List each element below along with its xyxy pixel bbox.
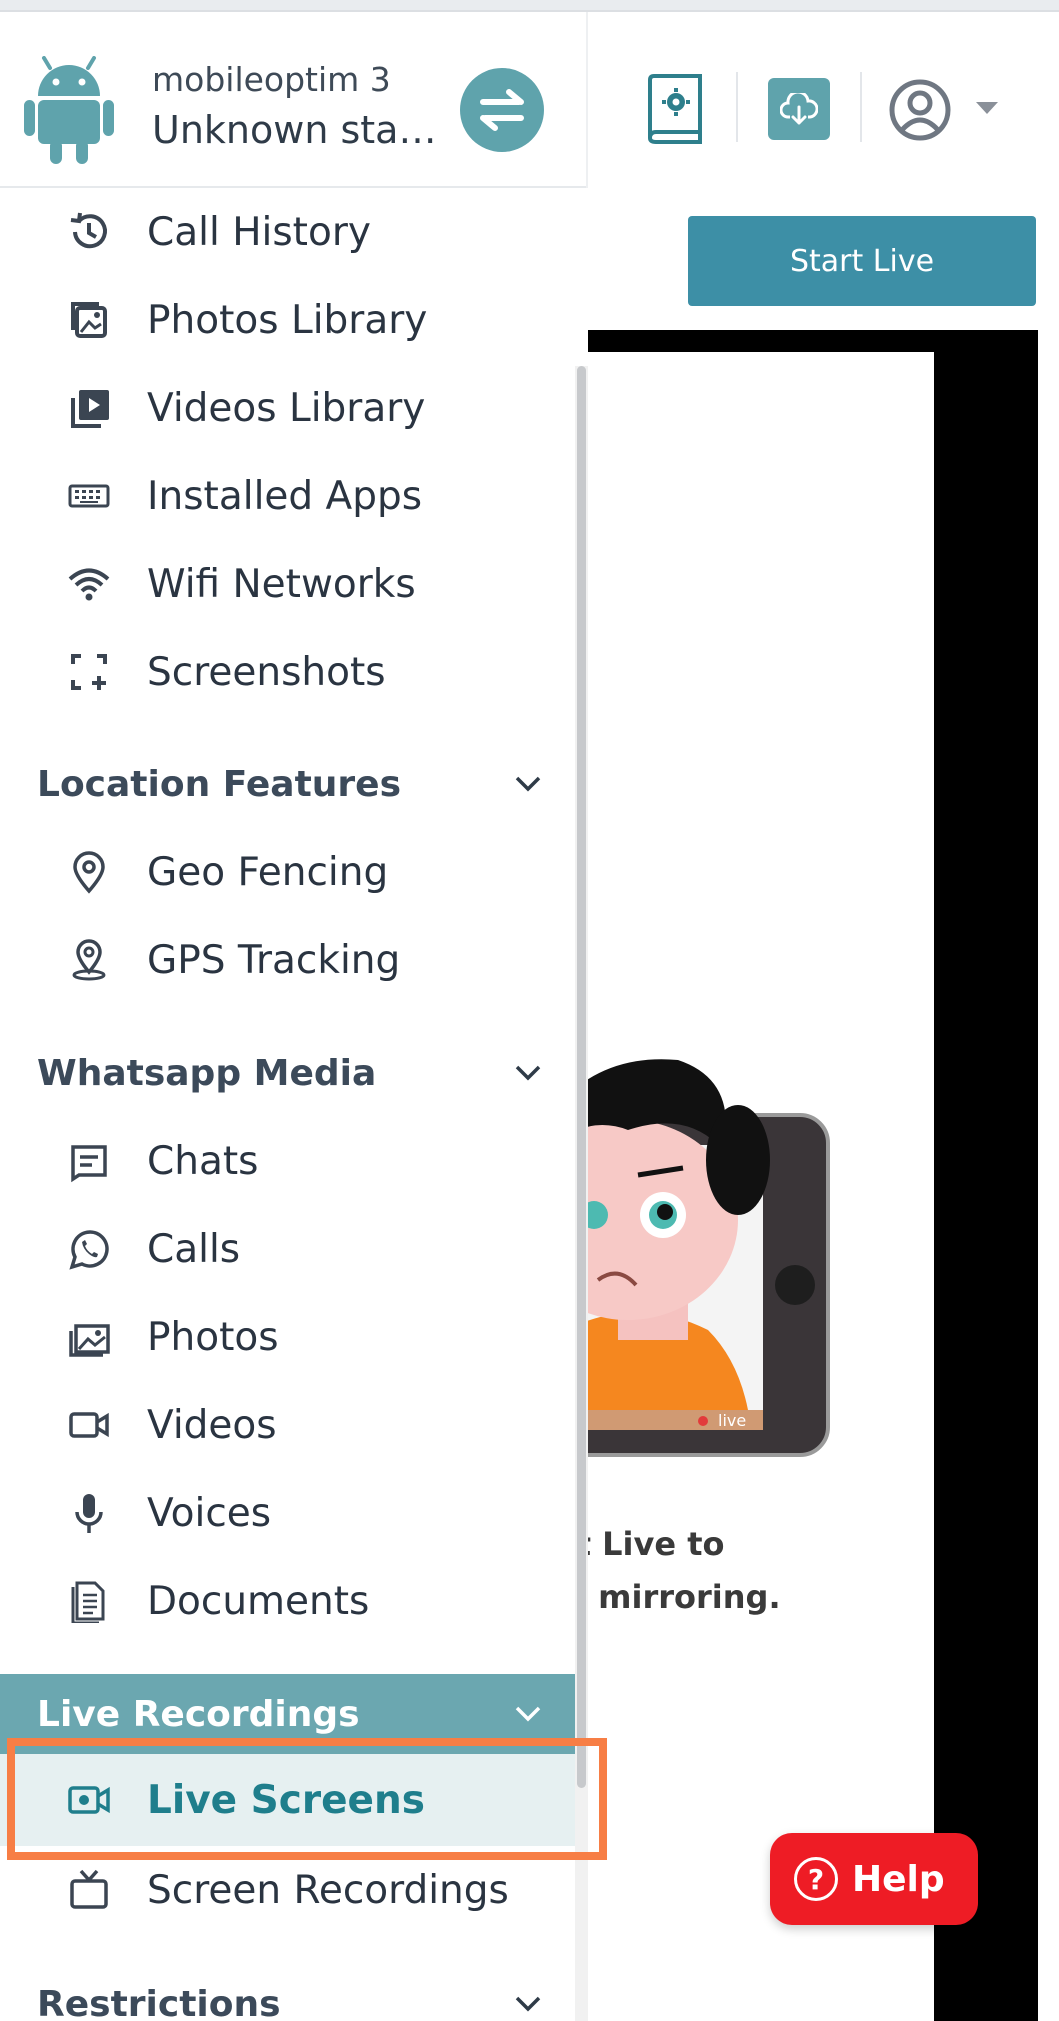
sidebar-item-videos[interactable]: Videos [0,1381,575,1469]
live-illustration: live [588,1040,848,1460]
sidebar-item-label: Chats [147,1138,259,1184]
download-button[interactable] [768,78,830,140]
section-whatsapp-media[interactable]: Whatsapp Media [0,1033,575,1113]
header-separator [860,72,862,142]
wifi-icon [66,561,112,607]
swap-arrows-icon [480,89,524,131]
chevron-down-icon [514,775,542,793]
device-status: Unknown status [152,108,442,152]
section-title: Restrictions [37,1983,281,2021]
cloud-download-icon [780,93,818,125]
sidebar-item-label: Videos Library [147,385,426,431]
screenshot-icon [66,649,112,695]
sidebar-item-label: Call History [147,209,371,255]
live-message-line1: Start Live to [588,1525,725,1563]
device-name: mobileoptim 3 [152,60,391,99]
question-circle-icon: ? [794,1857,838,1901]
header-separator [736,72,738,142]
sidebar-item-calls[interactable]: Calls [0,1205,575,1293]
section-restrictions[interactable]: Restrictions [0,1964,575,2021]
chat-icon [66,1138,112,1184]
document-icon [66,1578,112,1624]
sidebar-item-label: Screenshots [147,649,386,695]
user-circle-icon[interactable] [888,78,952,142]
microphone-icon [66,1490,112,1536]
top-rule [0,0,1059,12]
sidebar-item-photos-library[interactable]: Photos Library [0,276,575,364]
photo-library-icon [66,297,112,343]
image-icon [66,1314,112,1360]
live-message-line2: start mirroring. [588,1578,781,1616]
sidebar-item-label: Photos Library [147,297,428,343]
sidebar-item-label: Photos [147,1314,279,1360]
chevron-down-icon [514,1064,542,1082]
help-label: Help [852,1858,945,1900]
sidebar-item-label: Videos [147,1402,277,1448]
sidebar-item-photos[interactable]: Photos [0,1293,575,1381]
sidebar-item-voices[interactable]: Voices [0,1469,575,1557]
top-header: mobileoptim 3 Unknown status [0,12,1059,188]
chevron-down-icon [514,1705,542,1723]
sidebar-item-geo-fencing[interactable]: Geo Fencing [0,828,575,916]
section-title: Location Features [37,763,402,805]
live-badge-text: live [718,1411,746,1430]
history-icon [66,209,112,255]
sidebar-item-label: Screen Recordings [147,1867,509,1913]
sidebar-item-label: Installed Apps [147,473,423,519]
sidebar-item-wifi-networks[interactable]: Wifi Networks [0,540,575,628]
start-live-button[interactable]: Start Live [688,216,1036,306]
android-icon [22,56,116,164]
sidebar-item-call-history[interactable]: Call History [0,188,575,276]
highlight-outline [7,1738,607,1860]
location-marker-icon [66,937,112,983]
switch-device-button[interactable] [460,68,544,152]
settings-book-icon[interactable] [642,74,706,144]
chevron-down-icon [514,1995,542,2013]
sidebar-scrollbar-thumb[interactable] [577,366,586,1788]
video-camera-icon [66,1402,112,1448]
sidebar-item-installed-apps[interactable]: Installed Apps [0,452,575,540]
section-title: Whatsapp Media [37,1052,377,1094]
sidebar-item-label: Geo Fencing [147,849,389,895]
map-pin-icon [66,849,112,895]
section-title: Live Recordings [37,1693,360,1735]
sidebar-item-screenshots[interactable]: Screenshots [0,628,575,716]
sidebar-item-chats[interactable]: Chats [0,1117,575,1205]
live-message: Start Live to start mirroring. [588,1510,888,1630]
section-location-features[interactable]: Location Features [0,744,575,824]
tv-icon [66,1867,112,1913]
sidebar-item-label: Calls [147,1226,241,1272]
sidebar-item-videos-library[interactable]: Videos Library [0,364,575,452]
keyboard-icon [66,473,112,519]
sidebar-item-gps-tracking[interactable]: GPS Tracking [0,916,575,1004]
header-vertical-divider [586,12,588,188]
sidebar-item-label: Voices [147,1490,272,1536]
sidebar-item-documents[interactable]: Documents [0,1557,575,1645]
sidebar-item-label: Documents [147,1578,370,1624]
whatsapp-icon [66,1226,112,1272]
sidebar-item-label: GPS Tracking [147,937,401,983]
caret-down-icon[interactable] [976,102,998,116]
sidebar-item-label: Wifi Networks [147,561,416,607]
help-button[interactable]: ? Help [770,1833,978,1925]
video-library-icon [66,385,112,431]
